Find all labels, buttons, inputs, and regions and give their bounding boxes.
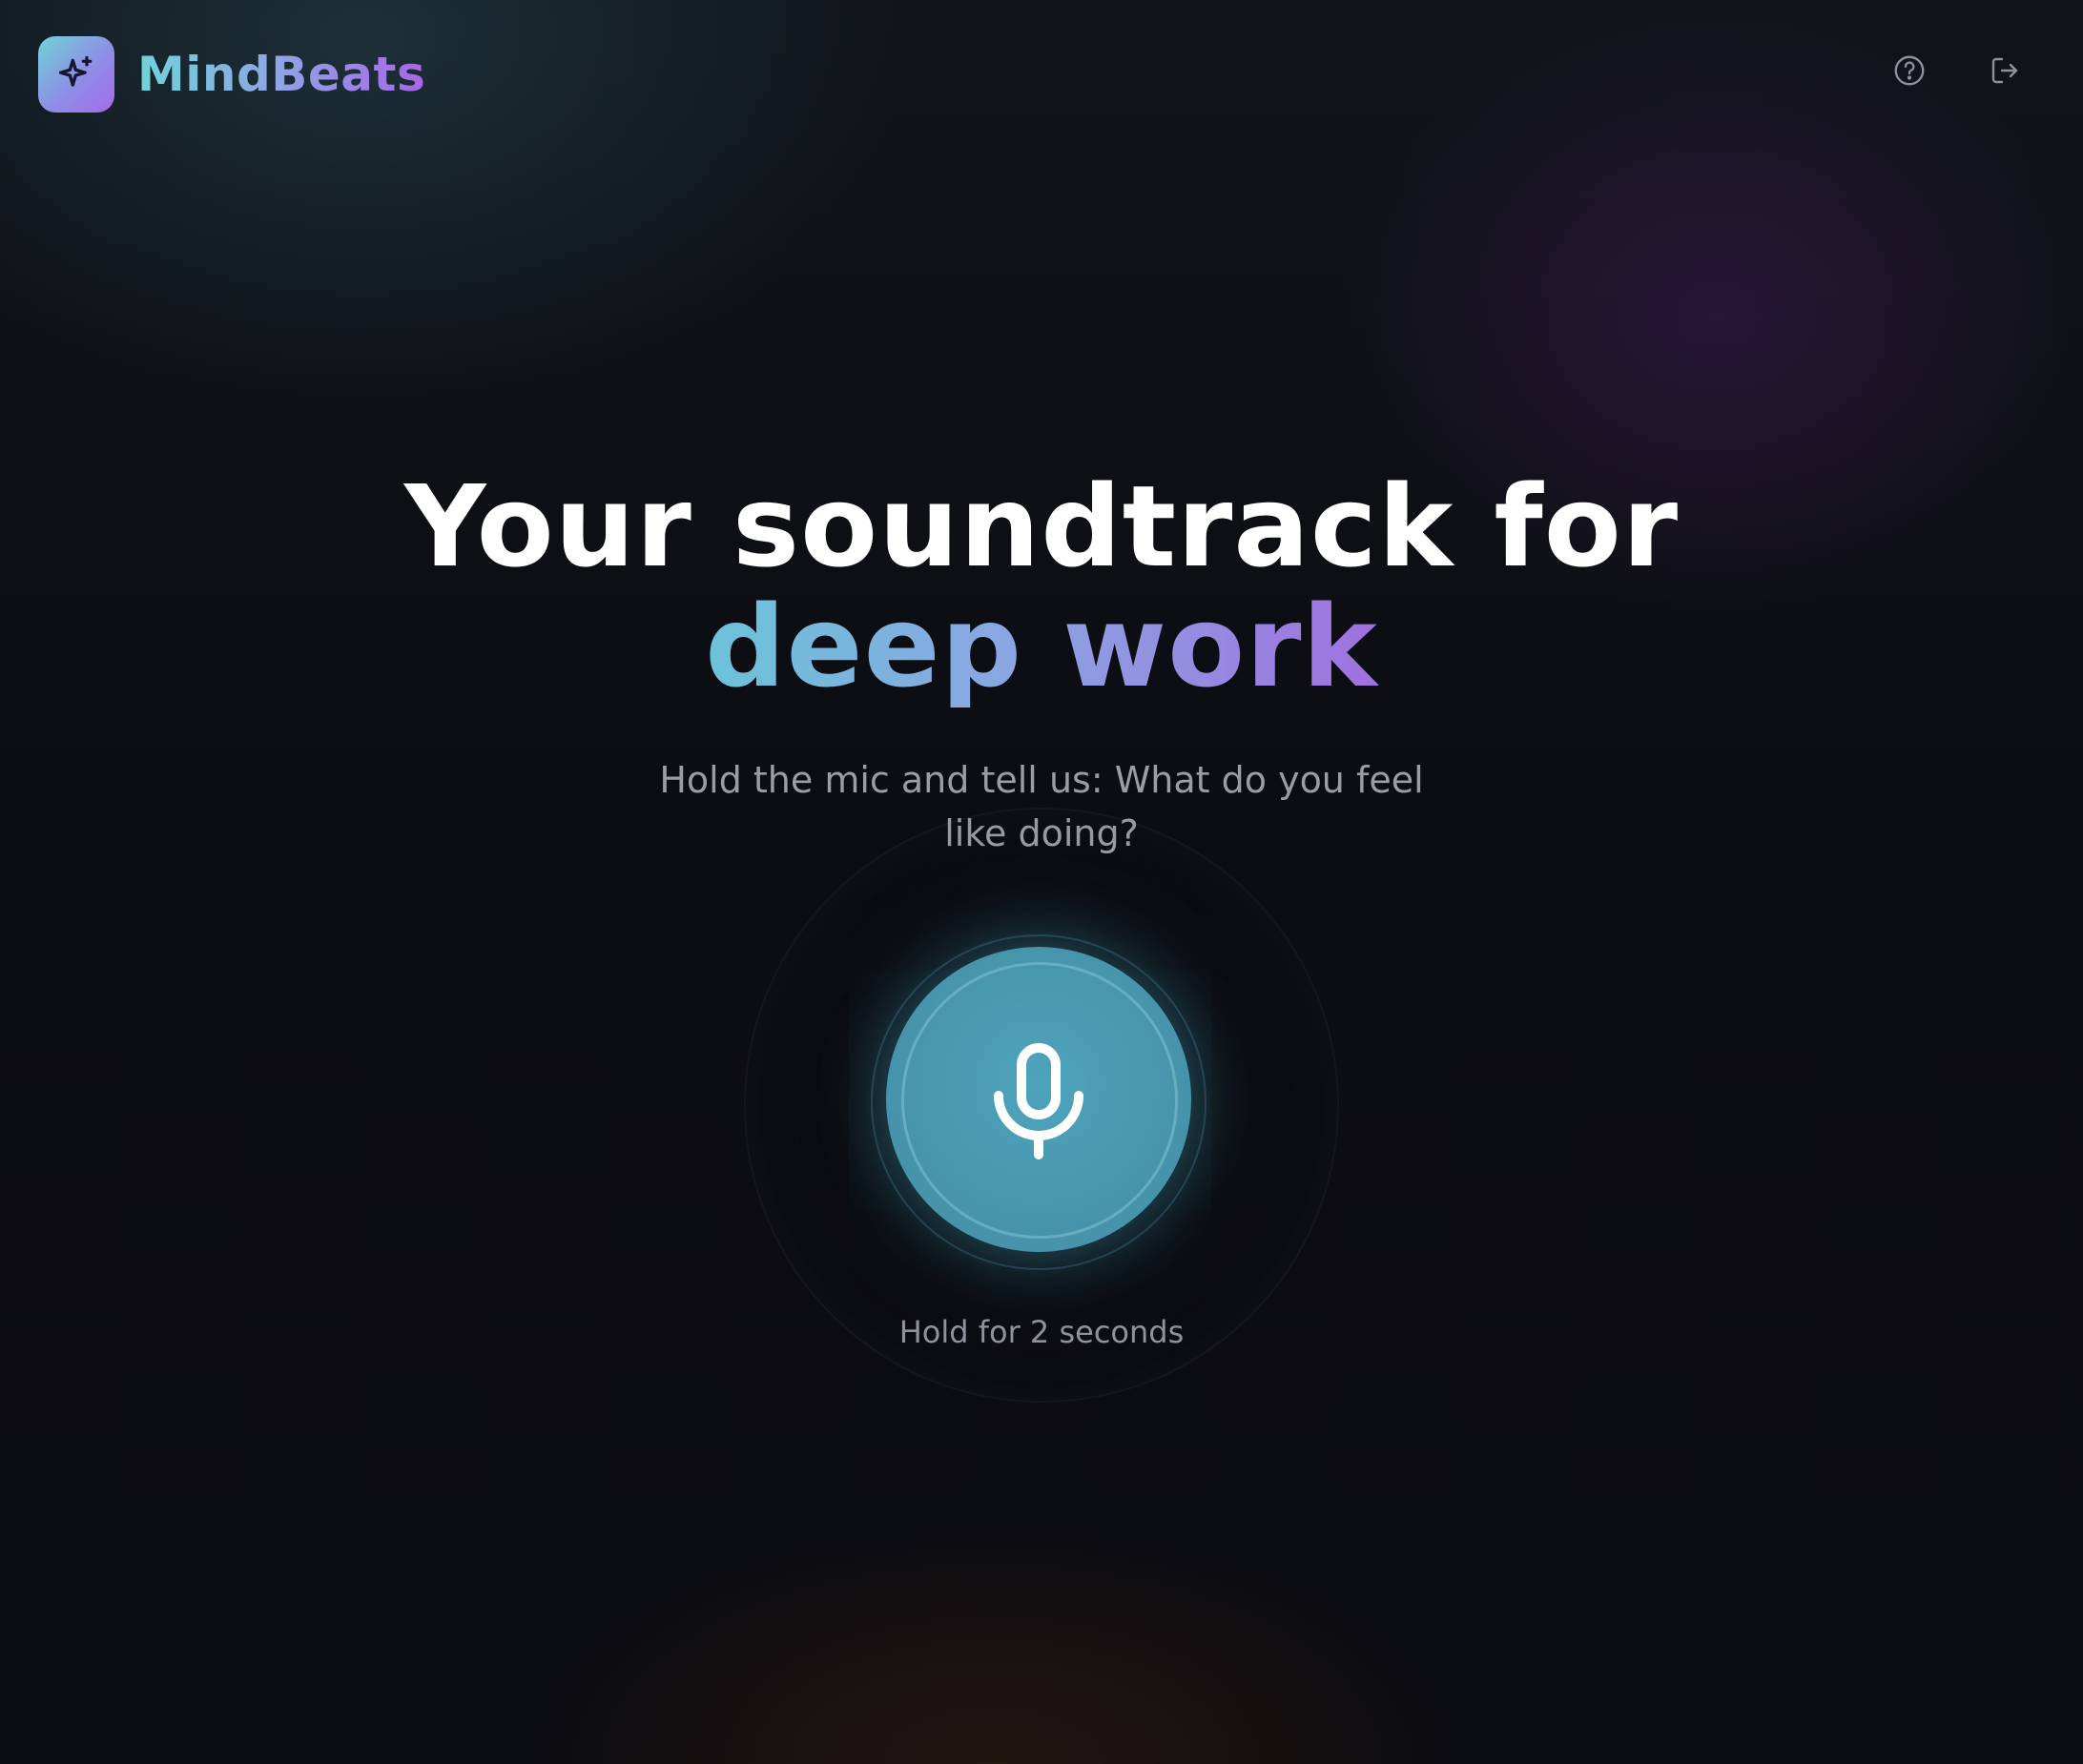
hold-hint: Hold for 2 seconds [898, 1314, 1185, 1350]
help-button[interactable] [1888, 50, 1930, 92]
hero: Your soundtrack for deep work Hold the m… [0, 467, 2083, 860]
app-name: MindBeats [137, 47, 426, 102]
help-circle-icon [1894, 55, 1925, 86]
sparkles-icon [58, 55, 93, 87]
logout-button[interactable] [1984, 50, 2026, 92]
logo-tile [38, 36, 114, 113]
microphone-icon [994, 1043, 1083, 1159]
mic-button[interactable] [886, 947, 1191, 1252]
page: MindBeats Your soundtrack for deep work … [0, 0, 2083, 1764]
headline-line-2: deep work [705, 581, 1378, 712]
brand[interactable]: MindBeats [38, 36, 425, 113]
header-actions [1888, 50, 2026, 92]
headline-line-1: Your soundtrack for [403, 461, 1680, 592]
logout-icon [1991, 57, 2018, 84]
